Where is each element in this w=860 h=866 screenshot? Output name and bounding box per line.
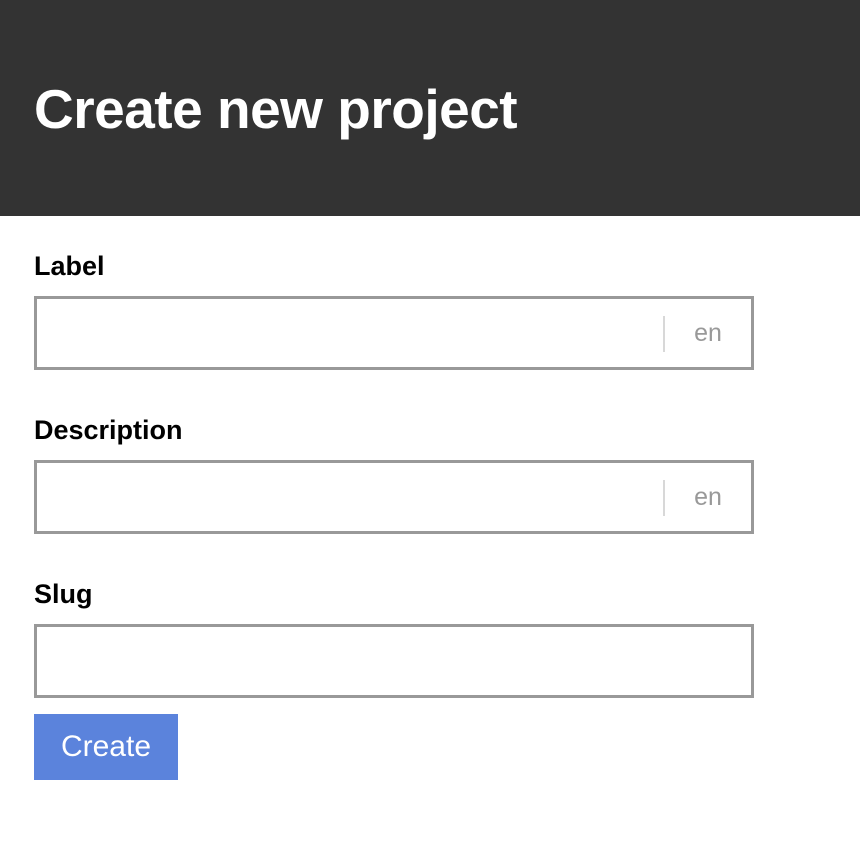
label-field-wrapper: en xyxy=(34,296,754,370)
description-field-wrapper: en xyxy=(34,460,754,534)
label-input[interactable] xyxy=(37,299,657,367)
slug-input[interactable] xyxy=(37,627,751,695)
page-header: Create new project xyxy=(0,0,860,216)
label-field-label: Label xyxy=(34,251,105,281)
page-title: Create new project xyxy=(34,78,518,140)
slug-field-wrapper xyxy=(34,624,754,698)
description-language-tag[interactable]: en xyxy=(665,463,751,531)
slug-field-label: Slug xyxy=(34,579,93,609)
label-language-tag[interactable]: en xyxy=(665,299,751,367)
description-input[interactable] xyxy=(37,463,657,531)
create-button[interactable]: Create xyxy=(34,714,178,780)
description-field-label: Description xyxy=(34,415,183,445)
